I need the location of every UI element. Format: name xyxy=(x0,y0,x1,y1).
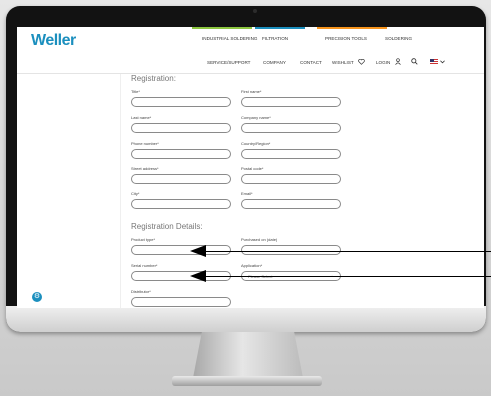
camera-dot xyxy=(253,9,257,13)
purchased-on-field[interactable] xyxy=(241,245,341,255)
nav-industrial-soldering[interactable]: INDUSTRIAL SOLDERING xyxy=(202,36,257,41)
chevron-down-icon[interactable] xyxy=(440,60,445,64)
postal-label: Postal code* xyxy=(241,166,264,171)
accent-bar-blue xyxy=(255,27,305,29)
nav-precision-tools[interactable]: PRECISION TOOLS xyxy=(325,36,367,41)
street-label: Street address* xyxy=(131,166,159,171)
distributor-field[interactable] xyxy=(131,297,231,307)
city-field[interactable] xyxy=(131,199,231,209)
last-name-field[interactable] xyxy=(131,123,231,133)
product-type-field[interactable] xyxy=(131,245,231,255)
monitor-chin xyxy=(6,306,486,332)
postal-field[interactable] xyxy=(241,174,341,184)
nav-company[interactable]: COMPANY xyxy=(263,60,286,65)
nav-login[interactable]: LOGIN xyxy=(376,60,390,65)
search-icon[interactable] xyxy=(411,58,418,65)
nav-filtration[interactable]: FILTRATION xyxy=(262,36,288,41)
first-name-label: First name* xyxy=(241,89,262,94)
monitor-stand xyxy=(193,332,303,378)
title-label: Title* xyxy=(131,89,140,94)
monitor-base xyxy=(172,376,322,386)
phone-field[interactable] xyxy=(131,149,231,159)
annotation-arrow-line-serial-number xyxy=(196,276,491,277)
annotation-arrow-line-product-type xyxy=(196,251,491,252)
serial-number-label: Serial number* xyxy=(131,263,158,268)
company-name-field[interactable] xyxy=(241,123,341,133)
gear-icon[interactable]: ⚙ xyxy=(32,292,42,302)
annotation-arrowhead-product-type xyxy=(190,245,206,257)
nav-service-support[interactable]: SERVICE/SUPPORT xyxy=(207,60,250,65)
first-name-field[interactable] xyxy=(241,97,341,107)
country-label: Country/Region* xyxy=(241,141,271,146)
weller-logo[interactable]: Weller xyxy=(31,32,76,50)
registration-heading: Registration: xyxy=(131,74,176,83)
country-field[interactable] xyxy=(241,149,341,159)
phone-label: Phone number* xyxy=(131,141,159,146)
nav-contact[interactable]: CONTACT xyxy=(300,60,322,65)
company-name-label: Company name* xyxy=(241,115,271,120)
application-label: Application* xyxy=(241,263,263,268)
accent-bar-orange xyxy=(317,27,387,29)
registration-details-heading: Registration Details: xyxy=(131,222,203,231)
heart-icon[interactable] xyxy=(358,59,365,65)
nav-divider xyxy=(17,73,484,74)
email-label: Email* xyxy=(241,191,253,196)
us-flag-icon[interactable] xyxy=(430,59,438,64)
nav-soldering[interactable]: SOLDERING xyxy=(385,36,412,41)
nav-wishlist[interactable]: WISHLIST xyxy=(332,60,354,65)
email-field[interactable] xyxy=(241,199,341,209)
distributor-label: Distributor* xyxy=(131,289,151,294)
accent-bar-green xyxy=(192,27,252,29)
screen: Weller INDUSTRIAL SOLDERING FILTRATION P… xyxy=(17,27,484,308)
purchased-on-label: Purchased on (date) xyxy=(241,237,278,242)
content-border xyxy=(120,74,121,308)
product-type-label: Product type* xyxy=(131,237,156,242)
annotation-arrowhead-serial-number xyxy=(190,270,206,282)
last-name-label: Last name* xyxy=(131,115,152,120)
title-field[interactable] xyxy=(131,97,231,107)
street-field[interactable] xyxy=(131,174,231,184)
city-label: City* xyxy=(131,191,140,196)
user-icon[interactable] xyxy=(395,58,401,65)
